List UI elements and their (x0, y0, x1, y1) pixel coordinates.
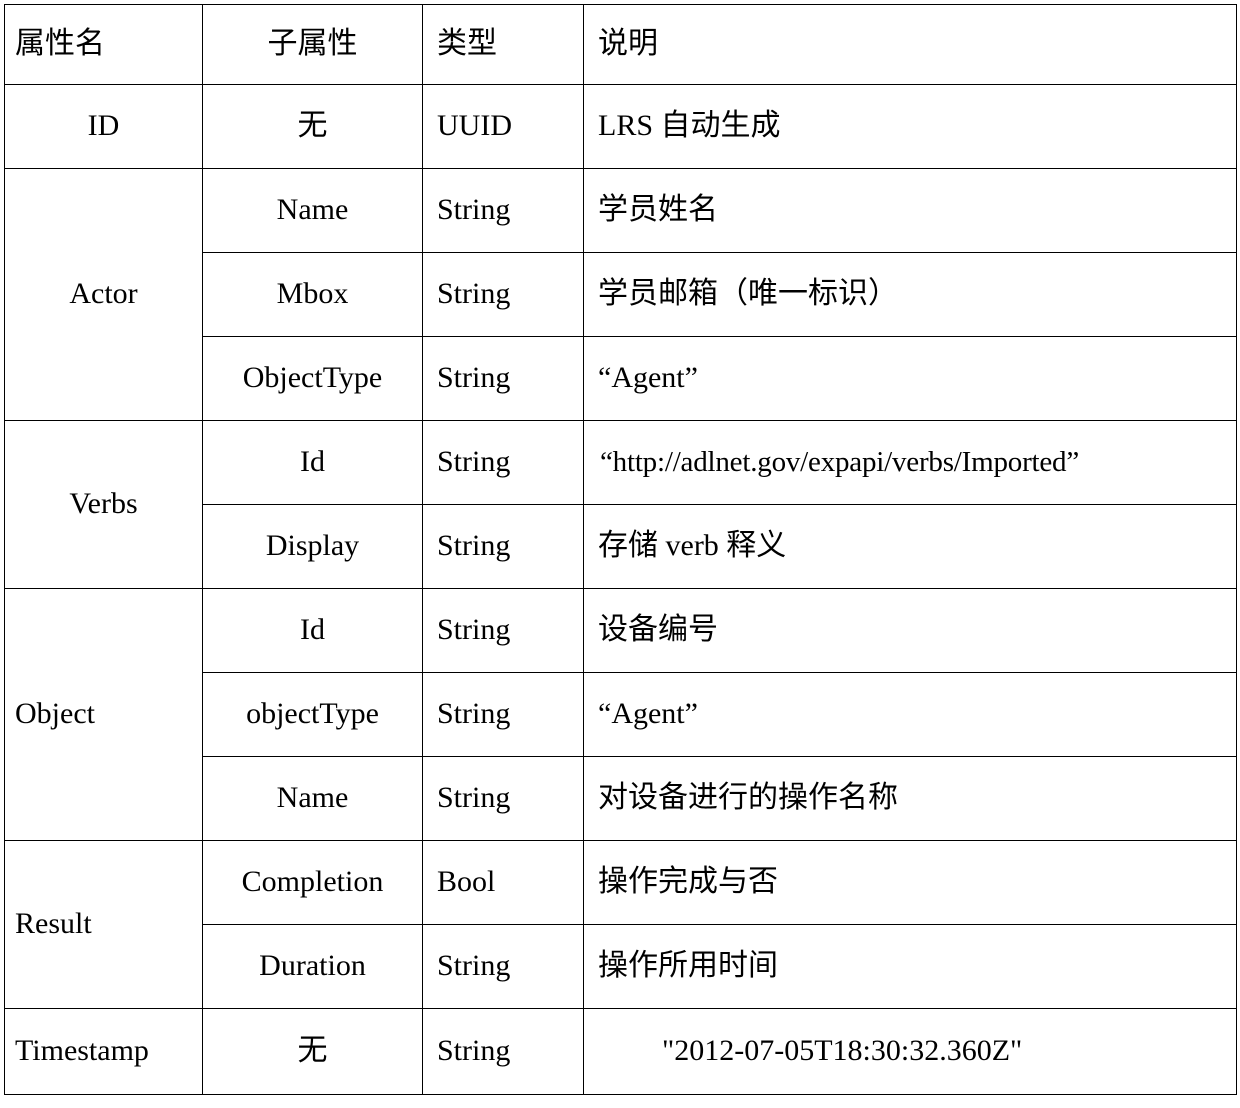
type-cell: String (422, 504, 584, 589)
description-cell: 学员姓名 (583, 168, 1237, 253)
sub-attribute-cell: objectType (202, 672, 423, 757)
description-cell: 操作完成与否 (583, 840, 1237, 925)
column-header-attribute: 属性名 (4, 4, 203, 85)
description-cell: "2012-07-05T18:30:32.360Z" (583, 1008, 1237, 1095)
attribute-name-cell: Verbs (4, 420, 203, 589)
xapi-statement-spec-table: 属性名 子属性 类型 说明 ID 无 UUID LRS 自动生成 Actor Name String… (4, 4, 1237, 1095)
description-cell: 学员邮箱（唯一标识） (583, 252, 1237, 337)
column-header-description: 说明 (583, 4, 1237, 85)
attribute-name-cell: Result (4, 840, 203, 1009)
attribute-name-cell: Actor (4, 168, 203, 421)
description-cell: LRS 自动生成 (583, 84, 1237, 169)
type-cell: String (422, 336, 584, 421)
type-cell: UUID (422, 84, 584, 169)
type-cell: String (422, 924, 584, 1009)
attribute-name-cell: ID (4, 84, 203, 169)
sub-attribute-cell: Completion (202, 840, 423, 925)
type-cell: String (422, 756, 584, 841)
sub-attribute-cell: Name (202, 168, 423, 253)
table-header-row: 属性名 子属性 类型 说明 (4, 4, 1237, 85)
sub-attribute-cell: Duration (202, 924, 423, 1009)
sub-attribute-cell: 无 (202, 1008, 423, 1095)
sub-attribute-cell: Id (202, 420, 423, 505)
type-cell: String (422, 252, 584, 337)
sub-attribute-cell: Display (202, 504, 423, 589)
sub-attribute-cell: 无 (202, 84, 423, 169)
document-page: 属性名 子属性 类型 说明 ID 无 UUID LRS 自动生成 Actor Name String… (0, 4, 1240, 1108)
attribute-name-cell: Timestamp (4, 1008, 203, 1095)
table-row: ID 无 UUID LRS 自动生成 (4, 84, 1237, 169)
type-cell: String (422, 672, 584, 757)
column-header-sub-attribute: 子属性 (202, 4, 423, 85)
sub-attribute-cell: ObjectType (202, 336, 423, 421)
type-cell: String (422, 420, 584, 505)
type-cell: String (422, 1008, 584, 1095)
column-header-type: 类型 (422, 4, 584, 85)
description-cell: 存储 verb 释义 (583, 504, 1237, 589)
sub-attribute-cell: Mbox (202, 252, 423, 337)
description-cell: 对设备进行的操作名称 (583, 756, 1237, 841)
description-cell: 设备编号 (583, 588, 1237, 673)
type-cell: Bool (422, 840, 584, 925)
type-cell: String (422, 588, 584, 673)
description-cell: 操作所用时间 (583, 924, 1237, 1009)
table-row: Verbs Id String “http://adlnet.gov/expapi/v… (4, 420, 1237, 589)
sub-attribute-cell: Name (202, 756, 423, 841)
table-row: Object Id String 设备编号 (4, 588, 1237, 841)
type-cell: String (422, 168, 584, 253)
table-row: Timestamp 无 String "2012-07-05T18:30:32.360… (4, 1008, 1237, 1095)
description-cell: “Agent” (583, 336, 1237, 421)
attribute-name-cell: Object (4, 588, 203, 841)
table-row: Actor Name String 学员姓名 (4, 168, 1237, 421)
table-body: 属性名 子属性 类型 说明 ID 无 UUID LRS 自动生成 Actor Name String… (4, 4, 1237, 1095)
description-cell: “Agent” (583, 672, 1237, 757)
description-cell: “http://adlnet.gov/expapi/verbs/Imported… (583, 420, 1237, 505)
table-row: Result Completion Bool 操作完成与否 (4, 840, 1237, 1009)
sub-attribute-cell: Id (202, 588, 423, 673)
